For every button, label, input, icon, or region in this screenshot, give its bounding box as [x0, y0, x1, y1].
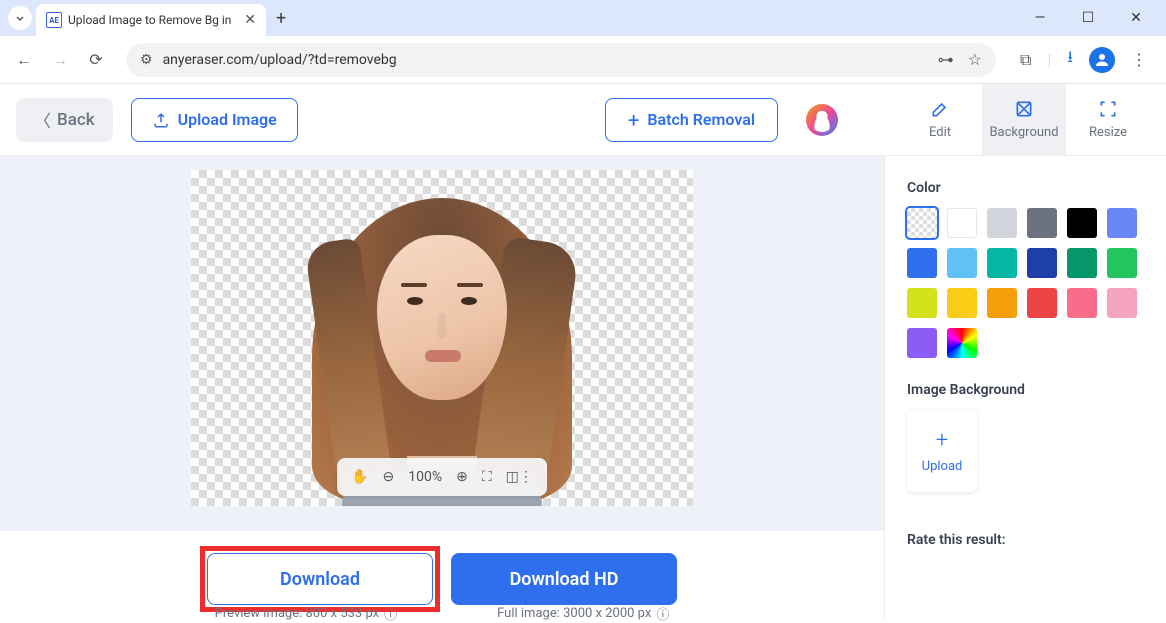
tab-search-dropdown[interactable]: [8, 6, 32, 30]
zoom-out-icon[interactable]: ⊖: [383, 469, 395, 485]
zoom-value: 100%: [408, 469, 442, 485]
address-bar[interactable]: ⚙ anyeraser.com/upload/?td=removebg ⊶ ☆: [126, 43, 996, 77]
compare-icon[interactable]: ◫⋮: [506, 469, 533, 485]
menu-dots-icon[interactable]: ⋮: [1131, 50, 1147, 69]
maximize-icon[interactable]: ☐: [1074, 10, 1102, 26]
app-header: 〈 Back Upload Image + Batch Removal Edit…: [0, 84, 1166, 156]
zoom-in-icon[interactable]: ⊕: [456, 469, 468, 485]
back-label: Back: [57, 110, 95, 130]
swatch-yellow[interactable]: [947, 288, 977, 318]
plus-icon: +: [628, 108, 639, 132]
url-text: anyeraser.com/upload/?td=removebg: [163, 52, 938, 68]
site-settings-icon[interactable]: ⚙: [140, 52, 153, 68]
favicon: AE: [46, 12, 62, 28]
swatch-white[interactable]: [947, 208, 977, 238]
password-key-icon[interactable]: ⊶: [938, 50, 954, 69]
upload-image-button[interactable]: Upload Image: [131, 98, 298, 142]
bookmark-star-icon[interactable]: ☆: [968, 50, 982, 69]
new-tab-button[interactable]: +: [276, 8, 286, 29]
color-swatch-grid: [907, 208, 1144, 358]
swatch-sky[interactable]: [947, 248, 977, 278]
forward-nav-icon: →: [46, 46, 74, 74]
download-hd-button[interactable]: Download HD: [451, 553, 677, 605]
swatch-navy[interactable]: [1027, 248, 1057, 278]
upload-bg-button[interactable]: + Upload: [907, 410, 977, 492]
browser-tab-strip: AE Upload Image to Remove Bg in ✕ + — ☐ …: [0, 0, 1166, 36]
upload-label: Upload Image: [178, 110, 277, 129]
minimize-icon[interactable]: —: [1026, 10, 1054, 26]
preview-canvas[interactable]: [191, 170, 693, 506]
browser-toolbar: ← → ⟳ ⚙ anyeraser.com/upload/?td=removeb…: [0, 36, 1166, 84]
tab-title: Upload Image to Remove Bg in: [68, 13, 238, 27]
image-bg-section-title: Image Background: [907, 382, 1144, 398]
preview-info: Preview image: 800 x 533 pxⓘ: [215, 604, 397, 623]
swatch-purple[interactable]: [907, 328, 937, 358]
right-panel: Color Image Background + Uplo: [884, 156, 1166, 621]
close-icon[interactable]: ✕: [244, 12, 256, 28]
swatch-emerald[interactable]: [1067, 248, 1097, 278]
upload-icon: [152, 111, 170, 129]
swatch-teal[interactable]: [987, 248, 1017, 278]
swatch-transparent[interactable]: [907, 208, 937, 238]
swatch-blue[interactable]: [907, 248, 937, 278]
hand-tool-icon[interactable]: ✋: [351, 469, 368, 485]
edit-icon: [930, 99, 950, 119]
back-button[interactable]: 〈 Back: [16, 98, 113, 142]
chevron-left-icon: 〈: [34, 107, 51, 132]
download-row: Download Download HD Preview image: 800 …: [0, 531, 884, 621]
fit-screen-icon[interactable]: ⛶: [482, 469, 492, 485]
rate-title: Rate this result:: [907, 532, 1144, 548]
subject-portrait: [302, 170, 582, 506]
swatch-orange[interactable]: [987, 288, 1017, 318]
tool-edit-label: Edit: [929, 125, 951, 140]
full-info: Full image: 3000 x 2000 pxⓘ: [497, 604, 669, 623]
avatar[interactable]: [806, 104, 838, 136]
tool-tab-resize[interactable]: Resize: [1066, 84, 1150, 156]
swatch-color-picker[interactable]: [947, 328, 977, 358]
swatch-red[interactable]: [1027, 288, 1057, 318]
tool-tab-background[interactable]: Background: [982, 84, 1066, 156]
profile-icon[interactable]: [1089, 47, 1115, 73]
resize-icon: [1098, 99, 1118, 119]
zoom-toolbar: ✋ ⊖ 100% ⊕ ⛶ ◫⋮: [337, 458, 547, 496]
tool-tab-edit[interactable]: Edit: [898, 84, 982, 156]
swatch-black[interactable]: [1067, 208, 1097, 238]
swatch-indigo[interactable]: [1107, 208, 1137, 238]
swatch-gray-light[interactable]: [987, 208, 1017, 238]
close-window-icon[interactable]: ✕: [1122, 10, 1150, 26]
plus-icon: +: [936, 428, 948, 453]
tool-background-label: Background: [989, 125, 1058, 140]
batch-label: Batch Removal: [647, 110, 755, 129]
color-section-title: Color: [907, 180, 1144, 196]
back-nav-icon[interactable]: ←: [10, 46, 38, 74]
swatch-pink[interactable]: [1107, 288, 1137, 318]
info-icon[interactable]: ⓘ: [384, 604, 397, 623]
info-icon[interactable]: ⓘ: [656, 604, 669, 623]
background-icon: [1014, 99, 1034, 119]
swatch-lime[interactable]: [907, 288, 937, 318]
canvas-area: ✋ ⊖ 100% ⊕ ⛶ ◫⋮ Download Download HD Pre…: [0, 156, 884, 621]
batch-removal-button[interactable]: + Batch Removal: [605, 98, 778, 142]
swatch-green[interactable]: [1107, 248, 1137, 278]
swatch-gray[interactable]: [1027, 208, 1057, 238]
highlight-box: [200, 546, 440, 612]
swatch-coral[interactable]: [1067, 288, 1097, 318]
tool-resize-label: Resize: [1089, 125, 1127, 140]
downloads-icon[interactable]: ⭳: [1067, 46, 1073, 73]
browser-tab[interactable]: AE Upload Image to Remove Bg in ✕: [36, 4, 266, 36]
upload-bg-label: Upload: [922, 459, 963, 474]
extensions-icon[interactable]: ⧉: [1020, 50, 1031, 70]
reload-icon[interactable]: ⟳: [82, 46, 110, 74]
